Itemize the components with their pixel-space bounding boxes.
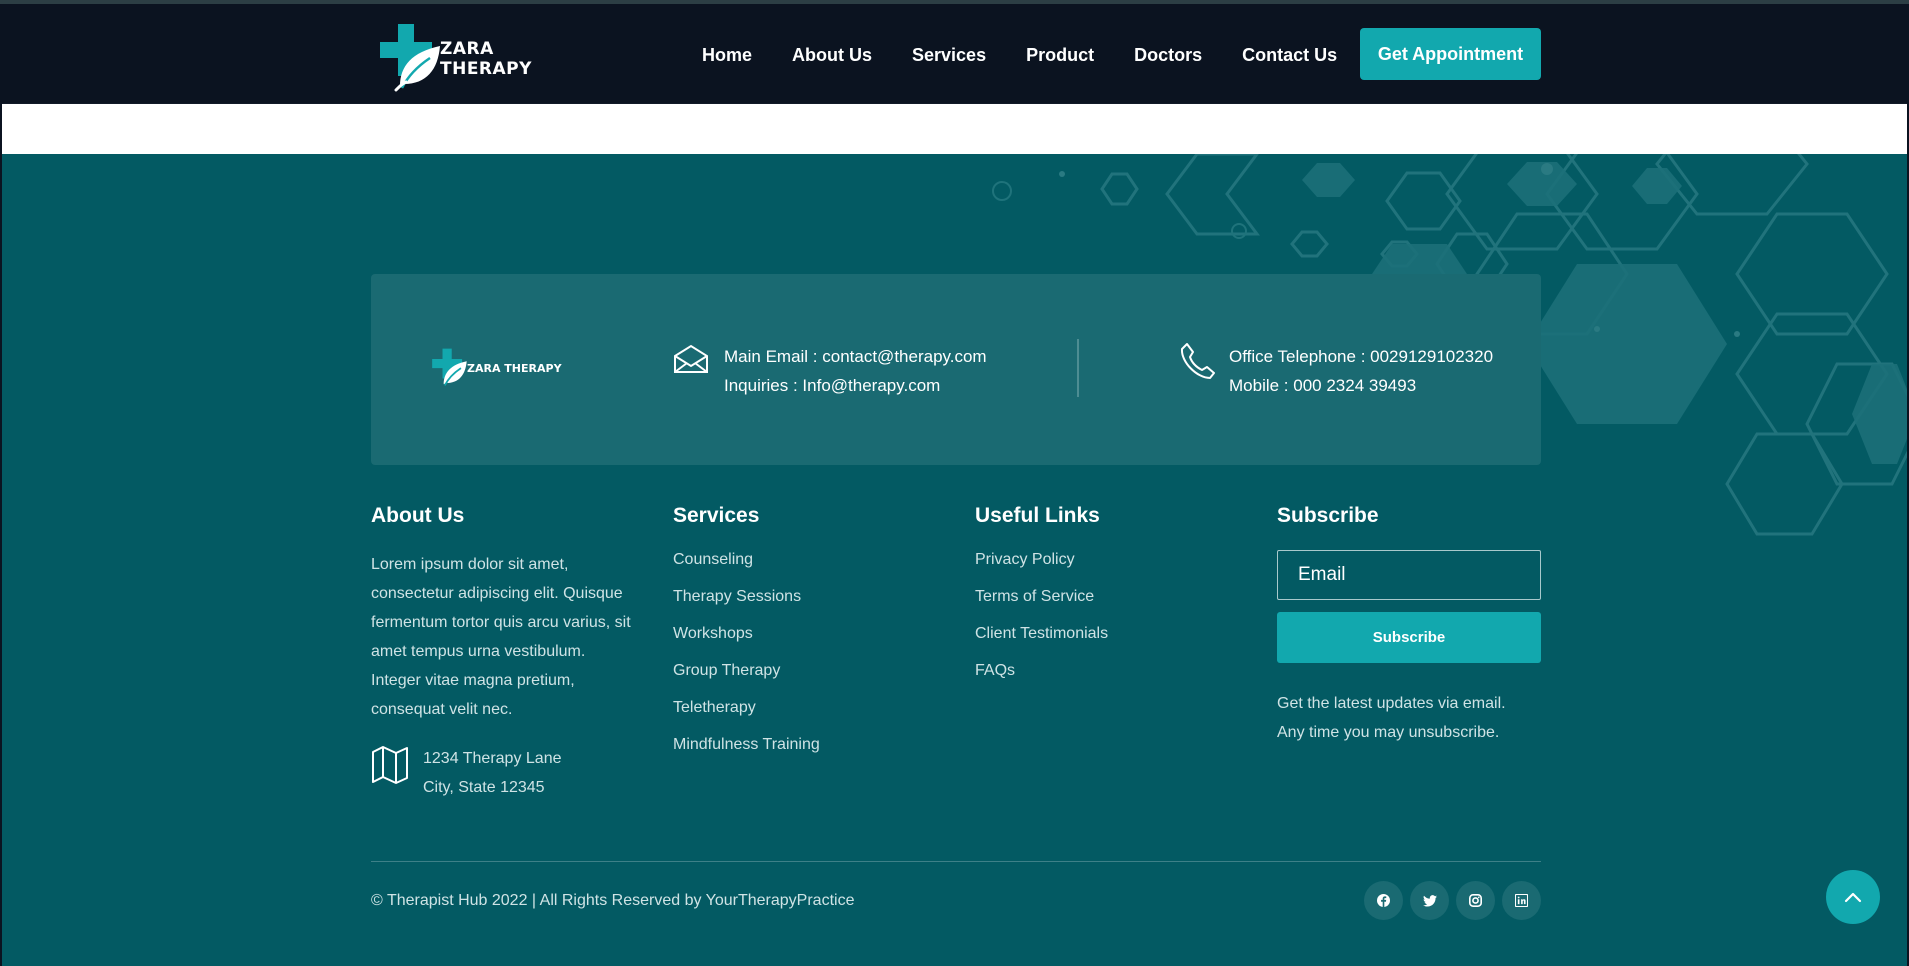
contact-divider	[1077, 339, 1079, 397]
main-email[interactable]: Main Email : contact@therapy.com	[724, 342, 987, 371]
service-link-mindfulness-training[interactable]: Mindfulness Training	[673, 735, 913, 755]
instagram-icon[interactable]	[1456, 881, 1495, 920]
subscribe-heading: Subscribe	[1277, 504, 1379, 527]
social-links	[1364, 881, 1541, 920]
about-text: Lorem ipsum dolor sit amet, consectetur …	[371, 556, 631, 718]
subscribe-button[interactable]: Subscribe	[1277, 612, 1541, 663]
nav-product[interactable]: Product	[1006, 30, 1114, 80]
link-faqs[interactable]: FAQs	[975, 661, 1215, 681]
address-line-2: City, State 12345	[423, 779, 545, 796]
envelope-icon	[673, 344, 709, 379]
link-privacy-policy[interactable]: Privacy Policy	[975, 550, 1215, 570]
service-link-workshops[interactable]: Workshops	[673, 624, 913, 644]
service-link-group-therapy[interactable]: Group Therapy	[673, 661, 913, 681]
useful-links-heading: Useful Links	[975, 504, 1100, 527]
nav-home[interactable]: Home	[682, 30, 772, 80]
map-icon	[371, 744, 409, 789]
address-line-1: 1234 Therapy Lane	[423, 750, 562, 767]
services-heading: Services	[673, 504, 760, 527]
footer-logo[interactable]: ZARA THERAPY	[431, 346, 562, 388]
nav-doctors[interactable]: Doctors	[1114, 30, 1222, 80]
mobile-number[interactable]: Mobile : 000 2324 39493	[1229, 371, 1493, 400]
link-terms-of-service[interactable]: Terms of Service	[975, 587, 1215, 607]
copyright-text: © Therapist Hub 2022 | All Rights Reserv…	[371, 892, 855, 909]
logo-text: ZARA THERAPY	[440, 39, 532, 79]
footer-useful-links-column: Useful Links Privacy Policy Terms of Ser…	[975, 504, 1215, 698]
twitter-icon[interactable]	[1410, 881, 1449, 920]
main-nav: Home About Us Services Product Doctors C…	[682, 30, 1357, 80]
inquiries-email[interactable]: Inquiries : Info@therapy.com	[724, 371, 987, 400]
top-navbar: ZARA THERAPY Home About Us Services Prod…	[2, 4, 1907, 104]
address-text: 1234 Therapy Lane City, State 12345	[423, 744, 561, 802]
cross-leaf-logo-icon	[378, 20, 444, 92]
content-area	[2, 104, 1907, 154]
useful-links-list: Privacy Policy Terms of Service Client T…	[975, 550, 1215, 681]
service-link-therapy-sessions[interactable]: Therapy Sessions	[673, 587, 913, 607]
footer-services-column: Services Counseling Therapy Sessions Wor…	[673, 504, 913, 772]
nav-about-us[interactable]: About Us	[772, 30, 892, 80]
facebook-icon[interactable]	[1364, 881, 1403, 920]
footer-subscribe-column: Subscribe Subscribe Get the latest updat…	[1277, 504, 1541, 747]
get-appointment-button[interactable]: Get Appointment	[1360, 28, 1541, 80]
email-info: Main Email : contact@therapy.com Inquiri…	[724, 342, 987, 400]
site-logo[interactable]: ZARA THERAPY	[378, 20, 578, 92]
site-footer: ZARA THERAPY Main Email : contact@therap…	[2, 154, 1907, 966]
phone-info: Office Telephone : 0029129102320 Mobile …	[1229, 342, 1493, 400]
subscribe-note: Get the latest updates via email. Any ti…	[1277, 689, 1541, 747]
service-link-counseling[interactable]: Counseling	[673, 550, 913, 570]
footer-about-column: About Us Lorem ipsum dolor sit amet, con…	[371, 504, 631, 802]
office-telephone[interactable]: Office Telephone : 0029129102320	[1229, 342, 1493, 371]
cross-leaf-logo-icon	[432, 348, 467, 386]
link-client-testimonials[interactable]: Client Testimonials	[975, 624, 1215, 644]
about-heading: About Us	[371, 504, 465, 527]
address-block: 1234 Therapy Lane City, State 12345	[371, 744, 631, 802]
footer-divider	[371, 861, 1541, 862]
subscribe-note-line-1: Get the latest updates via email.	[1277, 695, 1506, 712]
linkedin-icon[interactable]	[1502, 881, 1541, 920]
scroll-to-top-button[interactable]	[1826, 870, 1880, 924]
service-link-teletherapy[interactable]: Teletherapy	[673, 698, 913, 718]
subscribe-email-input[interactable]	[1277, 550, 1541, 600]
footer-logo-text: ZARA THERAPY	[467, 362, 562, 375]
subscribe-note-line-2: Any time you may unsubscribe.	[1277, 724, 1500, 741]
contact-info-box: ZARA THERAPY Main Email : contact@therap…	[371, 274, 1541, 465]
nav-contact-us[interactable]: Contact Us	[1222, 30, 1357, 80]
phone-icon	[1179, 342, 1215, 385]
nav-services[interactable]: Services	[892, 30, 1006, 80]
chevron-up-icon	[1844, 892, 1862, 903]
services-list: Counseling Therapy Sessions Workshops Gr…	[673, 550, 913, 755]
